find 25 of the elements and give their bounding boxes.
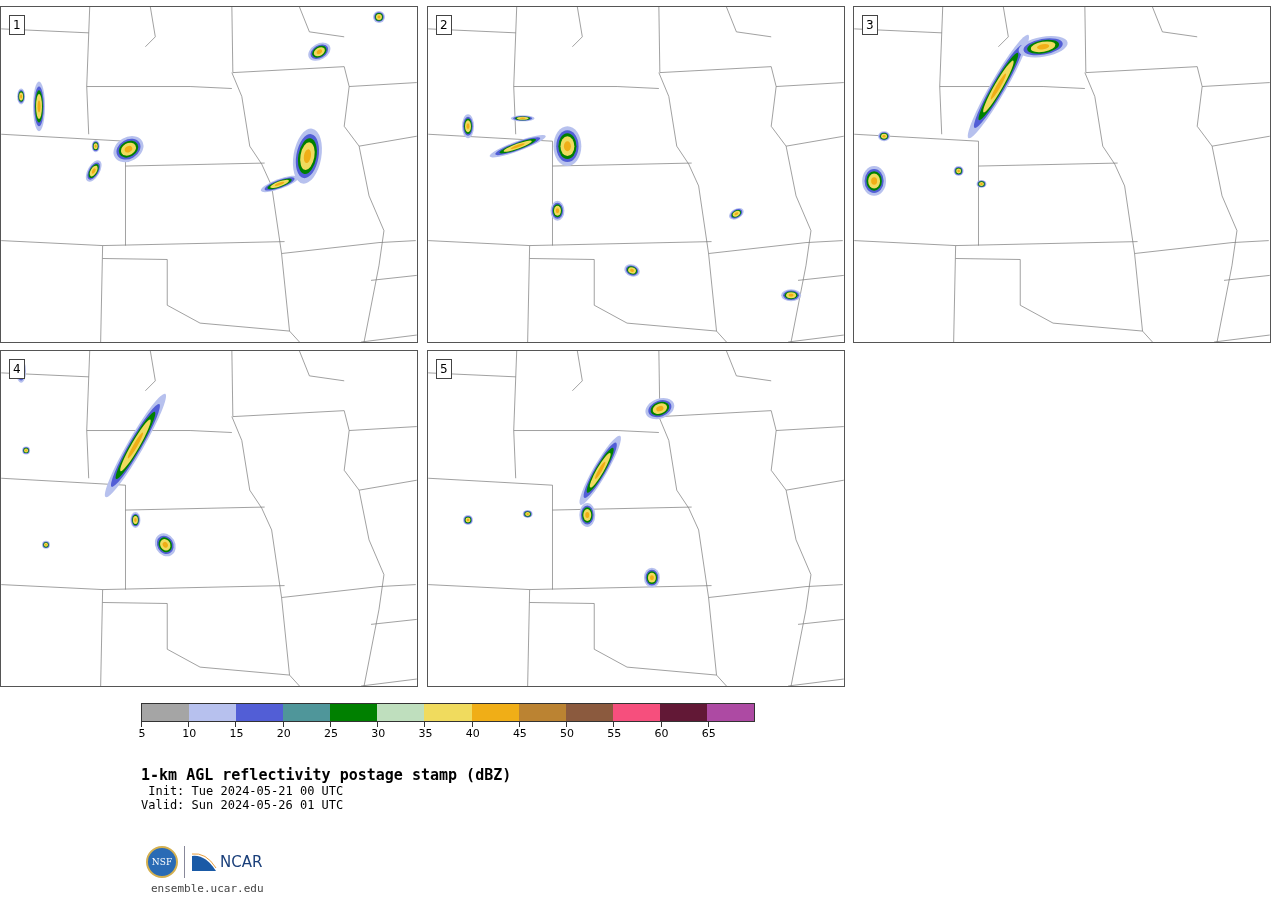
tick-label: 50	[560, 727, 575, 740]
tick-label: 60	[654, 727, 669, 740]
website-url: ensemble.ucar.edu	[151, 882, 265, 895]
panel-number: 1	[9, 15, 25, 35]
nsf-logo: NSF	[146, 846, 178, 878]
tick-label: 15	[229, 727, 244, 740]
panel-number: 2	[436, 15, 452, 35]
panel-number: 4	[9, 359, 25, 379]
tick-label: 35	[418, 727, 433, 740]
ncar-logo: NCAR	[220, 853, 263, 871]
panel-number: 5	[436, 359, 452, 379]
init-time: Init: Tue 2024-05-21 00 UTC	[147, 784, 345, 798]
tick-label: 25	[323, 727, 338, 740]
tick-label: 30	[371, 727, 386, 740]
tick-label: 5	[138, 727, 146, 740]
swoosh-icon	[191, 852, 217, 872]
valid-time: Valid: Sun 2024-05-26 01 UTC	[141, 798, 345, 812]
tick-label: 65	[701, 727, 716, 740]
tick-label: 10	[182, 727, 197, 740]
panel-number: 3	[862, 15, 878, 35]
tick-label: 55	[607, 727, 622, 740]
chart-title: 1-km AGL reflectivity postage stamp (dBZ)	[141, 766, 513, 784]
tick-label: 40	[465, 727, 480, 740]
tick-label: 20	[276, 727, 291, 740]
tick-label: 45	[512, 727, 527, 740]
